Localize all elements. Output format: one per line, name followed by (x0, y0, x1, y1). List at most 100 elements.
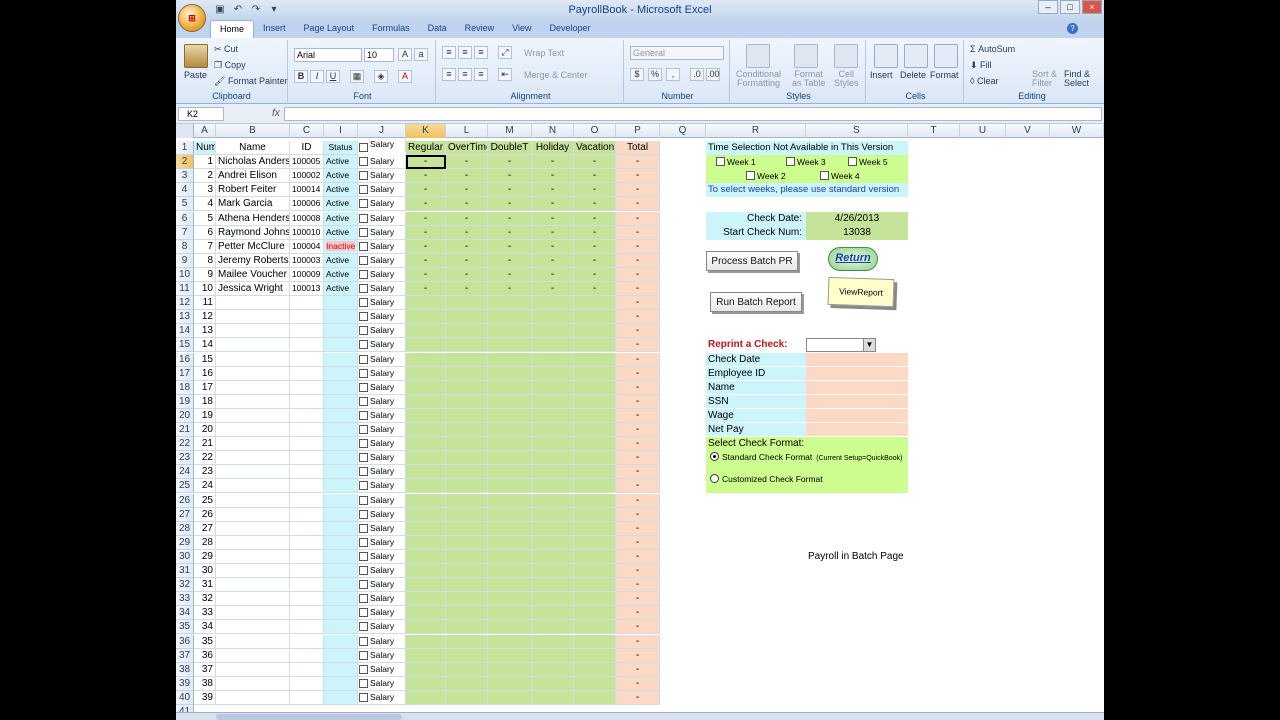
hours-cell-m[interactable] (488, 606, 532, 620)
salary-cell[interactable]: Salary (358, 381, 406, 395)
salary-checkbox[interactable] (359, 524, 368, 533)
name-cell[interactable] (216, 423, 290, 437)
hours-cell-k[interactable]: - (406, 254, 446, 268)
id-cell[interactable] (290, 451, 324, 465)
status-cell[interactable]: Active (324, 282, 358, 296)
name-cell[interactable] (216, 691, 290, 705)
column-header-j[interactable]: J (358, 124, 406, 138)
hours-cell-m[interactable]: - (488, 282, 532, 296)
row-header[interactable]: 21 (176, 423, 194, 437)
tab-insert[interactable]: Insert (254, 20, 295, 38)
decrease-decimal-icon[interactable]: .00 (706, 68, 720, 81)
column-header-w[interactable]: W (1050, 124, 1104, 138)
id-cell[interactable] (290, 494, 324, 508)
status-cell[interactable]: Inactive (324, 240, 358, 254)
hours-cell-m[interactable]: - (488, 197, 532, 211)
status-cell[interactable] (324, 564, 358, 578)
id-cell[interactable]: 100014 (290, 183, 324, 197)
horizontal-scrollbar[interactable] (176, 712, 1104, 720)
hours-cell-n[interactable]: - (532, 155, 574, 169)
select-all-corner[interactable] (176, 124, 194, 138)
hours-cell-k[interactable] (406, 620, 446, 634)
hours-cell-o[interactable]: - (574, 155, 616, 169)
hours-cell-l[interactable]: - (446, 155, 488, 169)
hours-cell-m[interactable] (488, 479, 532, 493)
hours-cell-n[interactable]: - (532, 254, 574, 268)
salary-cell[interactable]: Salary (358, 465, 406, 479)
id-cell[interactable]: 100006 (290, 197, 324, 211)
status-cell[interactable] (324, 550, 358, 564)
borders-icon[interactable]: ▦ (350, 70, 364, 83)
hours-cell-k[interactable]: - (406, 268, 446, 282)
hours-cell-k[interactable] (406, 677, 446, 691)
hours-cell-n[interactable]: - (532, 197, 574, 211)
hours-cell-l[interactable]: - (446, 212, 488, 226)
name-cell[interactable] (216, 479, 290, 493)
salary-checkbox[interactable] (359, 679, 368, 688)
start-check-value[interactable]: 13038 (806, 226, 908, 240)
hours-cell-m[interactable]: - (488, 226, 532, 240)
row-header[interactable]: 35 (176, 620, 194, 634)
tab-page-layout[interactable]: Page Layout (295, 20, 364, 38)
hours-cell-n[interactable]: - (532, 183, 574, 197)
salary-checkbox[interactable] (359, 340, 368, 349)
salary-checkbox[interactable] (359, 453, 368, 462)
hours-cell-m[interactable] (488, 310, 532, 324)
align-center-icon[interactable]: ≡ (458, 68, 472, 81)
name-cell[interactable] (216, 465, 290, 479)
row-header[interactable]: 33 (176, 592, 194, 606)
id-cell[interactable] (290, 592, 324, 606)
salary-cell[interactable]: Salary (358, 282, 406, 296)
hours-cell-n[interactable] (532, 592, 574, 606)
status-cell[interactable] (324, 353, 358, 367)
id-cell[interactable] (290, 564, 324, 578)
salary-checkbox[interactable] (359, 622, 368, 631)
salary-cell[interactable]: Salary (358, 409, 406, 423)
name-cell[interactable] (216, 649, 290, 663)
bold-button[interactable]: B (294, 70, 308, 83)
minimize-button[interactable]: – (1038, 0, 1058, 14)
salary-checkbox[interactable] (359, 594, 368, 603)
hours-cell-n[interactable] (532, 606, 574, 620)
checkbox-icon[interactable] (786, 157, 795, 166)
hours-cell-n[interactable]: - (532, 240, 574, 254)
hours-cell-o[interactable] (574, 395, 616, 409)
hours-cell-k[interactable] (406, 310, 446, 324)
week-checkbox-3[interactable]: Week 5 (848, 157, 888, 167)
status-cell[interactable] (324, 465, 358, 479)
hours-cell-k[interactable] (406, 465, 446, 479)
delete-cells-button[interactable]: Delete (900, 70, 926, 80)
font-color-icon[interactable]: A (398, 70, 412, 83)
hours-cell-n[interactable] (532, 296, 574, 310)
name-cell[interactable] (216, 522, 290, 536)
id-cell[interactable] (290, 437, 324, 451)
format-painter-button[interactable]: 🖌 Format Painter (214, 76, 287, 87)
hours-cell-l[interactable]: - (446, 254, 488, 268)
hours-cell-n[interactable] (532, 381, 574, 395)
hours-cell-n[interactable] (532, 536, 574, 550)
column-header-i[interactable]: I (324, 124, 358, 138)
percent-button[interactable]: % (648, 68, 662, 81)
hours-cell-o[interactable] (574, 635, 616, 649)
id-cell[interactable]: 100002 (290, 169, 324, 183)
hours-cell-n[interactable] (532, 324, 574, 338)
row-header[interactable]: 22 (176, 437, 194, 451)
status-cell[interactable]: Active (324, 169, 358, 183)
salary-cell[interactable]: Salary (358, 606, 406, 620)
scroll-thumb[interactable] (216, 714, 402, 720)
hours-cell-m[interactable] (488, 409, 532, 423)
hours-cell-l[interactable] (446, 522, 488, 536)
week-checkbox-2[interactable]: Week 3 (786, 157, 826, 167)
hours-cell-m[interactable] (488, 550, 532, 564)
column-header-s[interactable]: S (806, 124, 908, 138)
reprint-field-value[interactable] (806, 395, 908, 409)
salary-cell[interactable]: Salary (358, 226, 406, 240)
radio-unselected-icon[interactable] (710, 474, 719, 483)
hours-cell-o[interactable]: - (574, 240, 616, 254)
hours-cell-o[interactable] (574, 677, 616, 691)
row-header[interactable]: 7 (176, 226, 194, 240)
return-button[interactable]: Return (828, 247, 878, 271)
hours-cell-o[interactable]: - (574, 183, 616, 197)
hours-cell-m[interactable]: - (488, 254, 532, 268)
hours-cell-l[interactable] (446, 367, 488, 381)
